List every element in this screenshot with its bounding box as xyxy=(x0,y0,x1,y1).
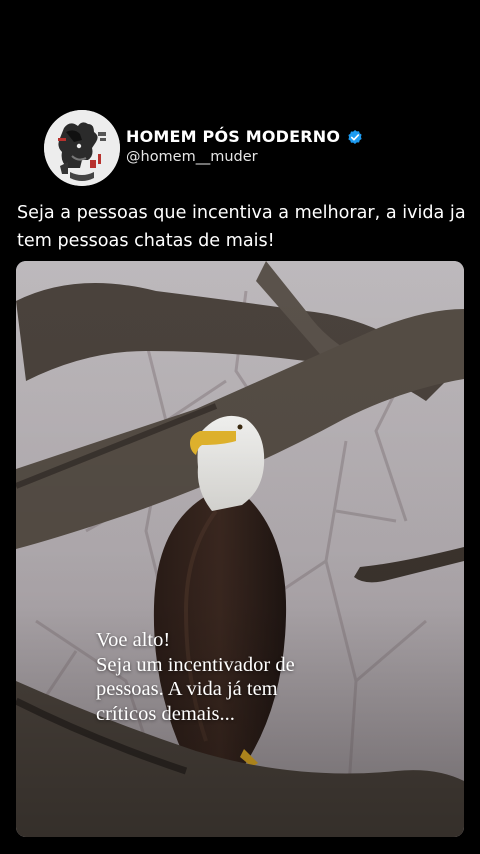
image-caption: Voe alto! Seja um incentivador de pessoa… xyxy=(96,628,396,726)
author-handle[interactable]: @homem__muder xyxy=(126,149,364,165)
post-media[interactable]: Voe alto! Seja um incentivador de pessoa… xyxy=(16,261,464,837)
caption-line: Voe alto! xyxy=(96,629,171,651)
post-header: HOMEM PÓS MODERNO @homem__muder xyxy=(44,110,364,186)
eagle-photo xyxy=(16,261,464,837)
avatar-image xyxy=(44,110,120,186)
caption-line: pessoas. A vida já tem xyxy=(96,678,278,700)
name-row: HOMEM PÓS MODERNO xyxy=(126,127,364,146)
display-name[interactable]: HOMEM PÓS MODERNO xyxy=(126,127,340,146)
verified-badge-icon xyxy=(348,129,362,144)
post-text: Seja a pessoas que incentiva a melhorar,… xyxy=(17,203,466,251)
author-names: HOMEM PÓS MODERNO @homem__muder xyxy=(126,127,364,165)
avatar[interactable] xyxy=(44,110,120,186)
caption-line: críticos demais... xyxy=(96,702,235,725)
caption-line: Seja um incentivador de xyxy=(96,653,295,676)
